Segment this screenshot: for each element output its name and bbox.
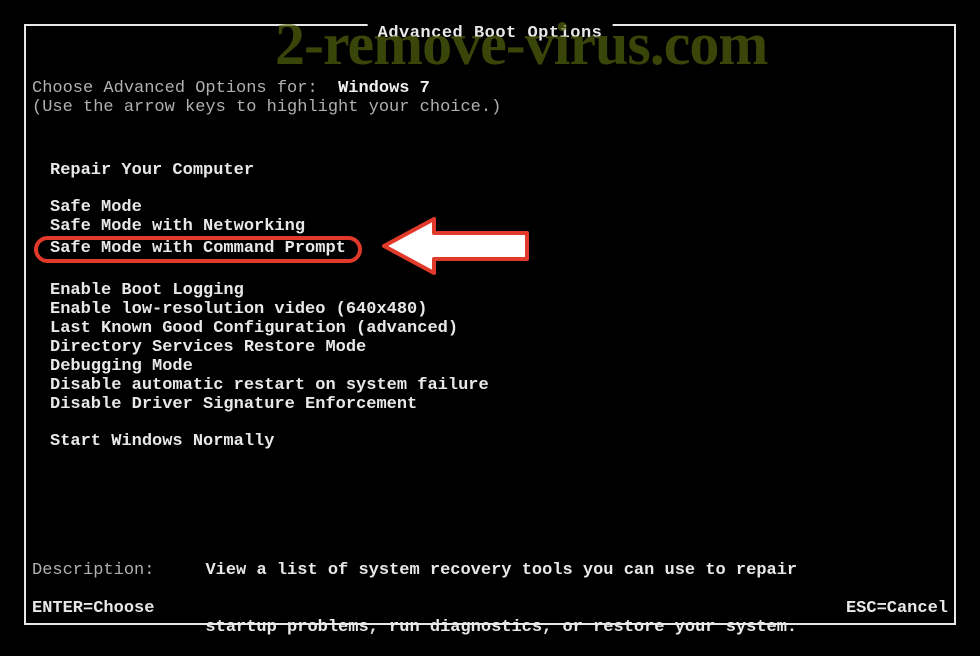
opt-disable-driver-sig[interactable]: Disable Driver Signature Enforcement bbox=[50, 395, 501, 414]
description-block: Description: View a list of system recov… bbox=[32, 524, 797, 656]
opt-safe-mode-cmd-prompt[interactable]: Safe Mode with Command Prompt bbox=[34, 236, 362, 263]
opt-enable-boot-logging[interactable]: Enable Boot Logging bbox=[50, 281, 501, 300]
footer-enter-hint: ENTER=Choose bbox=[32, 599, 154, 618]
instruction-line: (Use the arrow keys to highlight your ch… bbox=[32, 99, 501, 118]
description-label: Description: bbox=[32, 561, 205, 580]
opt-repair-computer[interactable]: Repair Your Computer bbox=[50, 161, 501, 180]
page-title: Advanced Boot Options bbox=[368, 24, 613, 43]
os-name: Windows 7 bbox=[338, 79, 430, 98]
opt-dsrm[interactable]: Directory Services Restore Mode bbox=[50, 338, 501, 357]
choose-label: Choose Advanced Options for: bbox=[32, 79, 338, 98]
choose-line: Choose Advanced Options for: Windows 7 bbox=[32, 80, 501, 99]
footer-bar: ENTER=Choose ESC=Cancel bbox=[32, 599, 948, 618]
opt-safe-mode[interactable]: Safe Mode bbox=[50, 198, 501, 217]
description-text-line2: startup problems, run diagnostics, or re… bbox=[32, 619, 797, 638]
opt-low-res-video[interactable]: Enable low-resolution video (640x480) bbox=[50, 300, 501, 319]
footer-esc-hint: ESC=Cancel bbox=[846, 599, 948, 618]
opt-last-known-good[interactable]: Last Known Good Configuration (advanced) bbox=[50, 319, 501, 338]
opt-start-normally[interactable]: Start Windows Normally bbox=[50, 432, 501, 451]
description-text-line1: View a list of system recovery tools you… bbox=[205, 561, 797, 580]
opt-safe-mode-networking[interactable]: Safe Mode with Networking bbox=[50, 217, 501, 236]
opt-disable-auto-restart[interactable]: Disable automatic restart on system fail… bbox=[50, 376, 501, 395]
opt-debugging-mode[interactable]: Debugging Mode bbox=[50, 357, 501, 376]
boot-options-list[interactable]: Repair Your Computer Safe Mode Safe Mode… bbox=[50, 161, 501, 451]
content-area: Choose Advanced Options for: Windows 7 (… bbox=[32, 80, 501, 451]
